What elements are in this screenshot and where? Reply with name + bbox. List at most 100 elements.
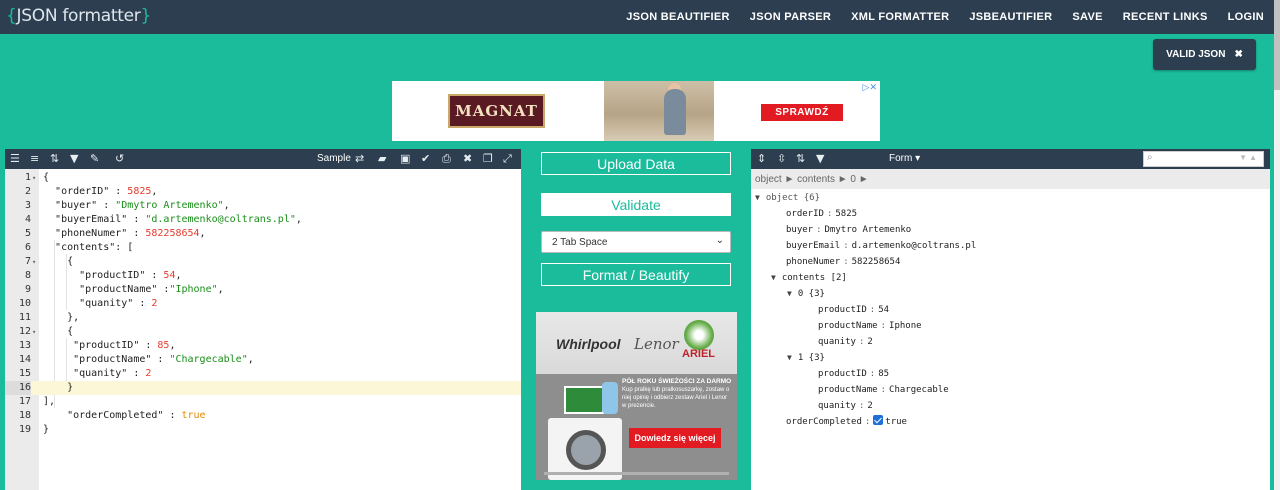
nav-jsbeautifier[interactable]: JSBEAUTIFIER bbox=[969, 11, 1052, 23]
close-icon[interactable]: ✖ bbox=[1234, 49, 1242, 60]
tree-node[interactable]: orderCompleted: true bbox=[786, 414, 907, 430]
print-icon[interactable]: ⎙ bbox=[442, 152, 451, 166]
logo-brace-close: } bbox=[140, 6, 152, 26]
tree-node[interactable]: productName: Chargecable bbox=[818, 382, 949, 398]
ad-ariel-text: ARIEL bbox=[682, 348, 715, 360]
code-line: 8 "productID" : 54, bbox=[24, 270, 182, 281]
ad-choices-icon[interactable]: ▷✕ bbox=[863, 82, 877, 93]
ad-washer-door bbox=[566, 430, 606, 470]
code-line: 19} bbox=[18, 424, 50, 435]
nav-save[interactable]: SAVE bbox=[1072, 11, 1102, 23]
tree-node-item0[interactable]: ▼ 0 {3} bbox=[787, 286, 825, 302]
logo-text: JSON formatter bbox=[16, 6, 141, 26]
valid-json-label: VALID JSON bbox=[1166, 49, 1226, 60]
code-line: 12 ▾ { bbox=[18, 326, 74, 337]
tree-node[interactable]: quanity:2 bbox=[818, 398, 873, 414]
tree-node[interactable]: productID:54 bbox=[818, 302, 889, 318]
ad-whirlpool-logo: Whirlpool bbox=[556, 336, 621, 352]
ad-magnat-logo: MAGNAT bbox=[448, 94, 545, 128]
app-logo[interactable]: {JSON formatter} bbox=[6, 6, 151, 26]
code-line: 5 "phoneNumer" : 582258654, bbox=[24, 228, 206, 239]
ad-learn-more-button[interactable]: Dowiedz się więcej bbox=[629, 428, 721, 448]
side-banner-ad[interactable]: Whirlpool Lenor ARIEL PÓŁ ROKU ŚWIEŻOŚCI… bbox=[536, 312, 737, 480]
validate-button[interactable]: Validate bbox=[541, 193, 731, 216]
tree-node[interactable]: buyer: Dmytro Artemenko bbox=[786, 222, 911, 238]
expand-icon: ▼ bbox=[771, 273, 776, 282]
tree-node[interactable]: productID:85 bbox=[818, 366, 889, 382]
ad-pack-image bbox=[564, 386, 604, 414]
tab-space-select[interactable]: 2 Tab Space ⌄ bbox=[541, 231, 731, 253]
copy-icon[interactable]: ❐ bbox=[483, 152, 493, 166]
nav-json-beautifier[interactable]: JSON BEAUTIFIER bbox=[626, 11, 730, 23]
search-icon: ⌕ bbox=[1147, 152, 1153, 163]
tab-space-value: 2 Tab Space bbox=[552, 236, 608, 248]
code-line: 9 "productName" :"Iphone", bbox=[24, 284, 224, 295]
upload-data-button[interactable]: Upload Data bbox=[541, 152, 731, 175]
open-folder-icon[interactable]: ▰ bbox=[378, 152, 386, 166]
sort-icon[interactable]: ⇅ bbox=[50, 152, 59, 166]
nav-xml-formatter[interactable]: XML FORMATTER bbox=[851, 11, 949, 23]
chevron-down-icon: ⌄ bbox=[715, 235, 724, 246]
expand-icon: ▼ bbox=[755, 193, 760, 202]
page-scrollbar[interactable] bbox=[1274, 0, 1280, 490]
expand-icon: ▼ bbox=[787, 353, 792, 362]
nav-recent-links[interactable]: RECENT LINKS bbox=[1123, 11, 1208, 23]
code-line: 11 }, bbox=[18, 312, 80, 323]
code-line: 1 ▾{ bbox=[24, 172, 50, 183]
nav-json-parser[interactable]: JSON PARSER bbox=[750, 11, 831, 23]
tree-node[interactable]: productName: Iphone bbox=[818, 318, 922, 334]
compact-icon[interactable]: ≡ bbox=[30, 152, 39, 166]
code-line: 18 "orderCompleted" : true bbox=[18, 410, 206, 421]
logo-brace-open: { bbox=[6, 6, 17, 26]
wrench-icon[interactable]: ✎ bbox=[90, 152, 99, 166]
checkbox-checked-icon[interactable] bbox=[873, 415, 884, 425]
expand-all-icon[interactable]: ⇕ bbox=[757, 152, 766, 166]
tree-node-contents[interactable]: ▼ contents [2] bbox=[771, 270, 847, 286]
ad-person-body bbox=[664, 89, 686, 135]
fullscreen-icon[interactable]: ⤢ bbox=[503, 152, 512, 166]
code-line: 17], bbox=[18, 396, 56, 407]
sort-icon[interactable]: ⇅ bbox=[796, 152, 805, 166]
ad-body: Kup pralkę lub pralkosuszarkę, zostaw o … bbox=[622, 387, 730, 409]
ad-fine-print bbox=[544, 472, 729, 475]
tree-breadcrumb[interactable]: object ► contents ► 0 ► bbox=[751, 169, 1270, 189]
top-navbar: {JSON formatter} JSON BEAUTIFIER JSON PA… bbox=[0, 0, 1274, 34]
filter-icon[interactable]: ▼ bbox=[816, 152, 824, 166]
undo-icon[interactable]: ↺ bbox=[115, 152, 124, 166]
nav-login[interactable]: LOGIN bbox=[1228, 11, 1264, 23]
code-editor-toolbar: ☰ ≡ ⇅ ▼ ✎ ↺ Sample ⇄ ▰ ▣ ✔ ⎙ ✖ ❐ ⤢ bbox=[5, 149, 521, 169]
top-banner-ad[interactable]: MAGNAT SPRAWDŹ ▷✕ bbox=[392, 81, 880, 141]
code-line: 10 "quanity" : 2 bbox=[18, 298, 158, 309]
tree-node-root[interactable]: ▼ object {6} bbox=[755, 190, 820, 206]
format-icon[interactable]: ☰ bbox=[10, 152, 20, 166]
tree-view-panel: ⇕ ⇳ ⇅ ▼ Form ▾ ⌕ ▼▲ object ► contents ► … bbox=[751, 149, 1270, 490]
tree-node[interactable]: orderID:5825 bbox=[786, 206, 857, 222]
tree-node[interactable]: buyerEmail: d.artemenko@coltrans.pl bbox=[786, 238, 976, 254]
code-line: 4 "buyerEmail" : "d.artemenko@coltrans.p… bbox=[24, 214, 302, 225]
code-editor[interactable]: 1 ▾{ 2 "orderID" : 5825, 3 "buyer" : "Dmy… bbox=[5, 169, 521, 490]
scrollbar-thumb[interactable] bbox=[1274, 0, 1280, 90]
ad-ariel-logo-icon bbox=[684, 320, 714, 350]
filter-icon[interactable]: ▼ bbox=[70, 152, 78, 166]
format-beautify-button[interactable]: Format / Beautify bbox=[541, 263, 731, 286]
clear-icon[interactable]: ✖ bbox=[463, 152, 472, 166]
search-nav-icons[interactable]: ▼▲ bbox=[1239, 153, 1259, 162]
sample-button[interactable]: Sample bbox=[317, 153, 351, 164]
valid-json-badge: VALID JSON ✖ bbox=[1153, 39, 1256, 70]
ad-promo-text: PÓŁ ROKU ŚWIEŻOŚCI ZA DARMO Kup pralkę l… bbox=[622, 378, 732, 410]
mode-dropdown[interactable]: Form ▾ bbox=[889, 153, 920, 164]
code-line: 7 ▾ { bbox=[24, 256, 74, 267]
ad-washer-image bbox=[548, 418, 622, 480]
tree-search-input[interactable]: ⌕ ▼▲ bbox=[1143, 151, 1264, 167]
tree-node-item1[interactable]: ▼ 1 {3} bbox=[787, 350, 825, 366]
link-icon[interactable]: ⇄ bbox=[355, 152, 364, 166]
save-icon[interactable]: ▣ bbox=[400, 152, 410, 166]
ad-lenor-logo: Lenor bbox=[634, 335, 679, 353]
check-icon[interactable]: ✔ bbox=[421, 152, 430, 166]
ad-cta-button[interactable]: SPRAWDŹ bbox=[761, 104, 843, 121]
collapse-all-icon[interactable]: ⇳ bbox=[777, 152, 786, 166]
tree-node[interactable]: phoneNumer:582258654 bbox=[786, 254, 900, 270]
expand-icon: ▼ bbox=[787, 289, 792, 298]
code-editor-panel: ☰ ≡ ⇅ ▼ ✎ ↺ Sample ⇄ ▰ ▣ ✔ ⎙ ✖ ❐ ⤢ 1 ▾{ 2… bbox=[5, 149, 521, 490]
tree-node[interactable]: quanity:2 bbox=[818, 334, 873, 350]
